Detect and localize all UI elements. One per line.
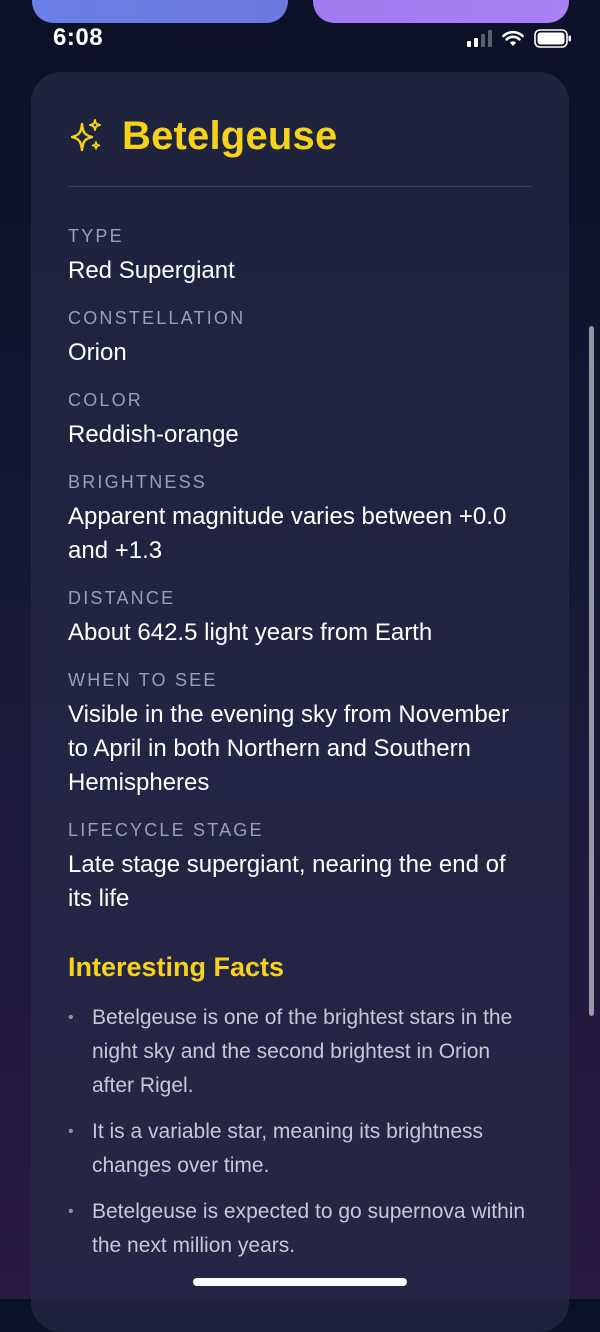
star-name: Betelgeuse	[122, 113, 338, 158]
facts-list: • Betelgeuse is one of the brightest sta…	[68, 1001, 532, 1263]
field-label: WHEN TO SEE	[68, 670, 218, 690]
scrollbar[interactable]	[589, 326, 594, 1016]
star-title-row: Betelgeuse	[68, 112, 532, 160]
field-constellation: CONSTELLATION Orion	[68, 307, 532, 370]
field-value: Orion	[68, 339, 127, 366]
field-value: Reddish-orange	[68, 421, 239, 448]
field-label: DISTANCE	[68, 588, 176, 608]
field-value: About 642.5 light years from Earth	[68, 619, 433, 646]
field-value: Apparent magnitude varies between +0.0 a…	[68, 503, 507, 564]
battery-icon	[534, 29, 571, 48]
list-item: • It is a variable star, meaning its bri…	[68, 1115, 532, 1183]
top-right-button[interactable]	[313, 0, 569, 23]
field-type: TYPE Red Supergiant	[68, 225, 532, 288]
top-left-button[interactable]	[32, 0, 288, 23]
wifi-icon	[502, 30, 524, 46]
bullet-icon: •	[68, 1009, 74, 1026]
field-value: Red Supergiant	[68, 257, 235, 284]
field-when-to-see: WHEN TO SEE Visible in the evening sky f…	[68, 669, 532, 800]
field-color: COLOR Reddish-orange	[68, 389, 532, 452]
field-label: COLOR	[68, 390, 144, 410]
fact-text: It is a variable star, meaning its brigh…	[92, 1120, 484, 1177]
divider	[68, 186, 532, 187]
field-label: LIFECYCLE STAGE	[68, 820, 264, 840]
fact-text: Betelgeuse is one of the brightest stars…	[92, 1006, 513, 1097]
star-fields: TYPE Red Supergiant CONSTELLATION Orion …	[68, 225, 532, 916]
list-item: • Betelgeuse is expected to go supernova…	[68, 1195, 532, 1263]
sparkles-icon	[70, 119, 101, 152]
field-distance: DISTANCE About 642.5 light years from Ea…	[68, 587, 532, 650]
field-label: TYPE	[68, 226, 124, 246]
field-lifecycle-stage: LIFECYCLE STAGE Late stage supergiant, n…	[68, 819, 532, 916]
list-item: • Betelgeuse is one of the brightest sta…	[68, 1001, 532, 1103]
bullet-icon: •	[68, 1203, 74, 1220]
fact-text: Betelgeuse is expected to go supernova w…	[92, 1200, 526, 1257]
field-label: BRIGHTNESS	[68, 472, 208, 492]
field-value: Visible in the evening sky from November…	[68, 701, 510, 796]
bullet-icon: •	[68, 1123, 74, 1140]
status-time: 6:08	[53, 24, 104, 51]
field-label: CONSTELLATION	[68, 308, 246, 328]
star-detail-card: Betelgeuse TYPE Red Supergiant CONSTELLA…	[31, 72, 569, 1332]
cellular-signal-icon	[467, 30, 492, 47]
field-value: Late stage supergiant, nearing the end o…	[68, 851, 506, 912]
field-brightness: BRIGHTNESS Apparent magnitude varies bet…	[68, 471, 532, 568]
status-icons	[467, 29, 572, 48]
home-indicator[interactable]	[193, 1278, 407, 1286]
facts-heading: Interesting Facts	[68, 952, 285, 982]
